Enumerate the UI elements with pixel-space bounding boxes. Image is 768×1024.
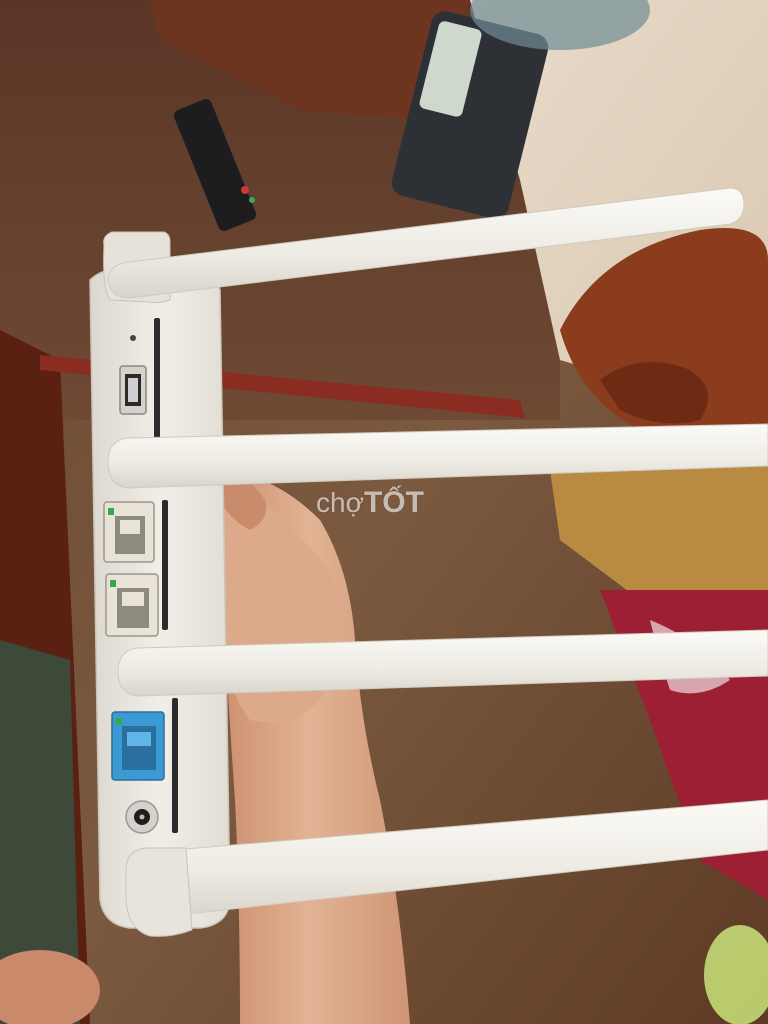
vent-slot [154,318,160,438]
vent-slot [172,698,178,833]
watermark-prefix: chợ [316,487,364,518]
chotot-watermark: chợTỐT [316,486,424,520]
wan-port-led [116,718,122,725]
wan-port-contacts [127,732,151,746]
power-jack-pin [139,814,145,820]
remote-button-red [241,186,249,194]
lan-port-1-contacts [120,520,140,534]
reset-pinhole [130,335,136,341]
watermark-brand: TỐT [363,486,424,519]
lan-port-2-contacts [122,592,144,606]
lan-port-2-led [110,580,116,587]
vent-slot [162,500,168,630]
usb-port-tongue [128,378,138,402]
lan-port-1-led [108,508,114,515]
remote-button-green [249,197,255,203]
